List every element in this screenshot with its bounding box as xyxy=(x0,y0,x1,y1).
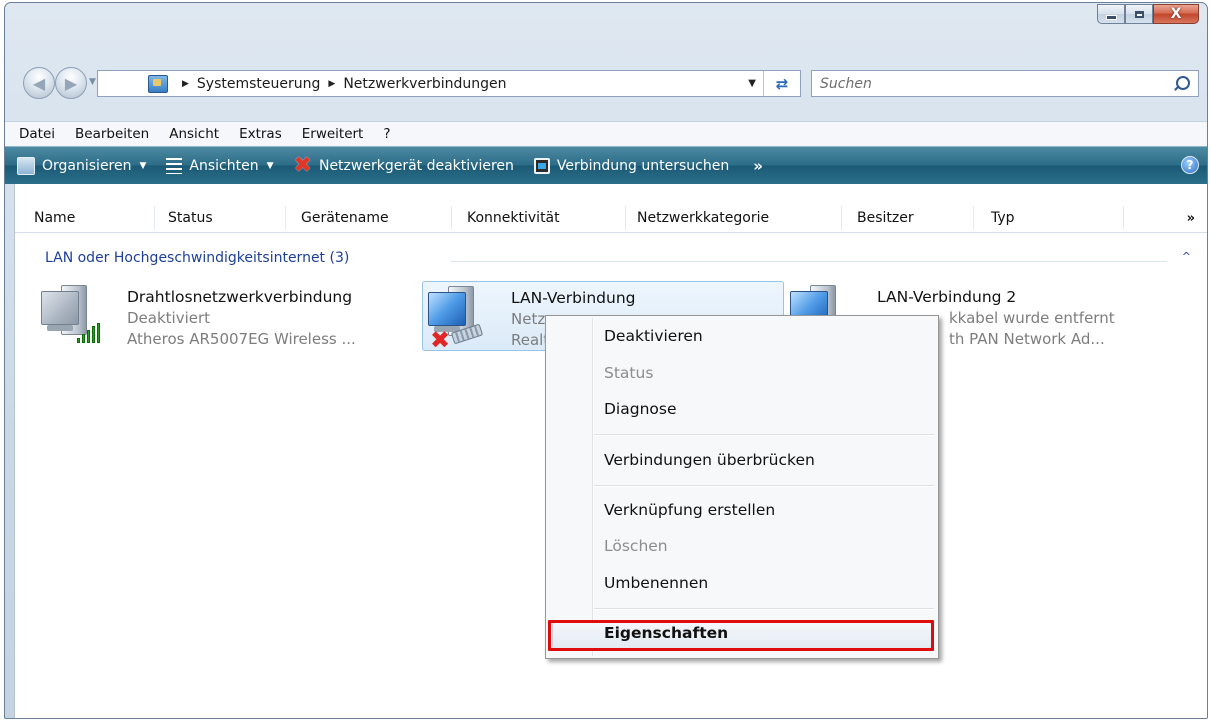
column-headers: Name Status Gerätename Konnektivität Net… xyxy=(15,204,1207,233)
item-name: LAN-Verbindung xyxy=(511,289,636,307)
menu-separator xyxy=(594,608,934,610)
column-divider[interactable] xyxy=(841,206,842,230)
navigation-row: ◀ ▶ ▼ ▶ Systemsteuerung ▶ Netzwerkverbin… xyxy=(5,63,1207,103)
menu-bar: Datei Bearbeiten Ansicht Extras Erweiter… xyxy=(5,121,1207,146)
organize-label: Organisieren xyxy=(42,157,132,174)
views-button[interactable]: Ansichten ▼ xyxy=(156,147,283,184)
close-button[interactable]: X xyxy=(1153,4,1199,24)
column-network-category[interactable]: Netzwerkkategorie xyxy=(637,210,769,226)
chevron-down-icon: ▼ xyxy=(139,160,147,171)
refresh-button[interactable]: ⇄ xyxy=(763,71,800,96)
group-header[interactable]: LAN oder Hochgeschwindigkeitsinternet (3… xyxy=(45,250,349,266)
column-divider[interactable] xyxy=(285,206,286,230)
menu-ansicht[interactable]: Ansicht xyxy=(159,126,229,142)
network-computer-icon: ✖ xyxy=(428,286,486,354)
menu-separator xyxy=(594,434,934,436)
menu-datei[interactable]: Datei xyxy=(5,126,65,142)
minimize-icon xyxy=(1105,15,1117,20)
column-status[interactable]: Status xyxy=(168,210,213,226)
views-label: Ansichten xyxy=(189,157,259,174)
group-divider xyxy=(451,261,1167,262)
context-menu: Deaktivieren Status Diagnose Verbindunge… xyxy=(545,315,939,659)
back-button[interactable]: ◀ xyxy=(23,67,55,99)
item-device: Atheros AR5007EG Wireless ... xyxy=(127,330,356,348)
toolbar-overflow-chevron-icon[interactable]: » xyxy=(739,157,777,175)
back-arrow-icon: ◀ xyxy=(32,73,46,93)
menu-help[interactable]: ? xyxy=(373,126,400,142)
disconnected-x-icon: ✖ xyxy=(430,326,451,354)
column-connectivity[interactable]: Konnektivität xyxy=(467,210,560,226)
context-menu-gutter xyxy=(592,318,594,656)
menu-item-disable[interactable]: Deaktivieren xyxy=(604,327,703,345)
breadcrumb-separator-icon[interactable]: ▶ xyxy=(328,79,335,89)
chevron-down-icon: ▼ xyxy=(266,160,274,171)
network-computer-icon xyxy=(41,285,101,347)
item-name: LAN-Verbindung 2 xyxy=(877,288,1017,306)
diagnose-label: Verbindung untersuchen xyxy=(556,157,730,174)
collapse-group-icon[interactable]: ^ xyxy=(1182,250,1191,263)
command-toolbar: Organisieren ▼ Ansichten ▼ ✖ Netzwerkger… xyxy=(5,146,1207,184)
search-icon[interactable] xyxy=(1176,76,1190,90)
column-type[interactable]: Typ xyxy=(991,210,1015,226)
caption-buttons: X xyxy=(1097,4,1199,24)
menu-item-diagnose[interactable]: Diagnose xyxy=(604,400,677,418)
menu-bearbeiten[interactable]: Bearbeiten xyxy=(65,126,159,142)
item-status: Deaktiviert xyxy=(127,309,211,327)
diagnose-connection-button[interactable]: Verbindung untersuchen xyxy=(524,147,739,184)
organize-icon xyxy=(17,156,35,175)
disable-device-label: Netzwerkgerät deaktivieren xyxy=(318,157,514,174)
disable-device-button[interactable]: ✖ Netzwerkgerät deaktivieren xyxy=(284,147,524,184)
title-bar[interactable]: X xyxy=(5,3,1207,51)
menu-extras[interactable]: Extras xyxy=(229,126,292,142)
refresh-icon: ⇄ xyxy=(775,74,789,93)
forward-button[interactable]: ▶ xyxy=(55,67,87,99)
organize-button[interactable]: Organisieren ▼ xyxy=(5,147,156,184)
address-bar[interactable]: ▶ Systemsteuerung ▶ Netzwerkverbindungen… xyxy=(97,70,801,97)
menu-item-rename[interactable]: Umbenennen xyxy=(604,574,708,592)
menu-item-delete: Löschen xyxy=(604,537,668,555)
monitor-shape xyxy=(428,292,466,326)
column-divider[interactable] xyxy=(973,206,974,230)
menu-erweitert[interactable]: Erweitert xyxy=(292,126,374,142)
menu-item-status: Status xyxy=(604,364,654,382)
item-name: Drahtlosnetzwerkverbindung xyxy=(127,288,353,306)
column-divider[interactable] xyxy=(625,206,626,230)
list-item-wireless-connection[interactable]: Drahtlosnetzwerkverbindung Deaktiviert A… xyxy=(41,283,401,349)
breadcrumb-netzwerkverbindungen[interactable]: Netzwerkverbindungen xyxy=(343,76,506,92)
forward-arrow-icon: ▶ xyxy=(64,73,78,93)
wireless-signal-icon xyxy=(77,323,101,343)
maximize-icon xyxy=(1134,10,1144,18)
help-icon[interactable]: ? xyxy=(1181,156,1199,174)
search-input[interactable]: Suchen xyxy=(811,70,1199,97)
column-name[interactable]: Name xyxy=(34,210,75,226)
control-panel-icon xyxy=(148,74,168,93)
item-text: Drahtlosnetzwerkverbindung Deaktiviert A… xyxy=(127,287,356,350)
menu-item-create-shortcut[interactable]: Verknüpfung erstellen xyxy=(604,501,775,519)
menu-item-bridge-connections[interactable]: Verbindungen überbrücken xyxy=(604,451,815,469)
columns-overflow-chevron-icon[interactable]: » xyxy=(1187,211,1195,226)
red-x-icon: ✖ xyxy=(293,152,312,178)
column-divider[interactable] xyxy=(154,206,155,230)
maximize-button[interactable] xyxy=(1125,4,1153,24)
address-dropdown-icon[interactable]: ▼ xyxy=(748,78,756,89)
column-device-name[interactable]: Gerätename xyxy=(301,210,389,226)
monitor-shape xyxy=(41,291,79,325)
column-divider[interactable] xyxy=(451,206,452,230)
column-divider[interactable] xyxy=(1123,206,1124,230)
breadcrumb-systemsteuerung[interactable]: Systemsteuerung xyxy=(197,76,320,92)
views-icon xyxy=(166,157,183,174)
search-placeholder: Suchen xyxy=(820,75,872,92)
diagnose-icon xyxy=(533,157,550,174)
menu-separator xyxy=(594,485,934,487)
menu-item-properties[interactable]: Eigenschaften xyxy=(604,624,728,642)
close-icon: X xyxy=(1170,6,1182,22)
minimize-button[interactable] xyxy=(1097,4,1125,24)
recent-pages-chevron-icon[interactable]: ▼ xyxy=(89,77,96,87)
column-owner[interactable]: Besitzer xyxy=(857,210,914,226)
stand-shape xyxy=(47,325,73,331)
breadcrumb-separator-icon[interactable]: ▶ xyxy=(182,79,189,89)
